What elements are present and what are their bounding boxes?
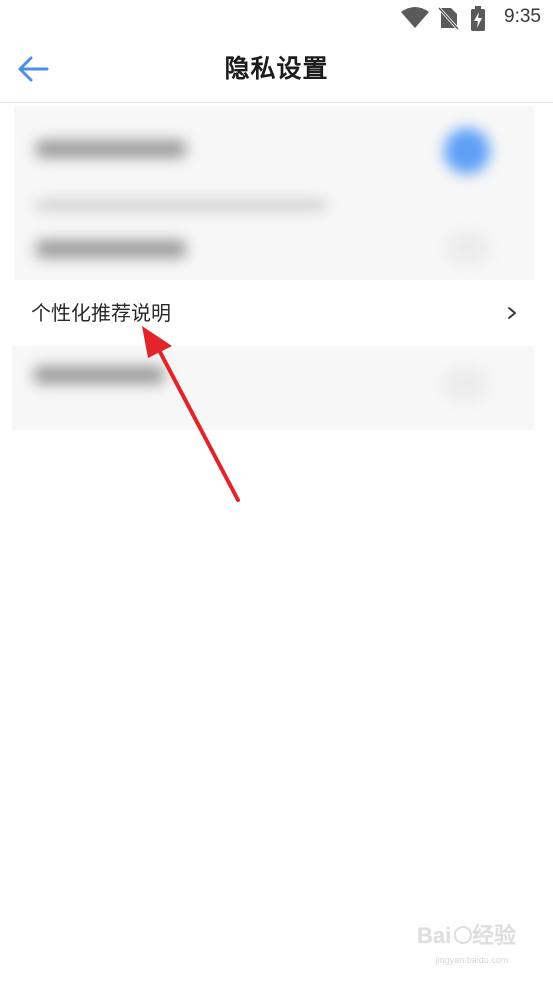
- status-time: 9:35: [504, 6, 541, 27]
- blurred-row-title-2: [36, 240, 186, 258]
- personalized-recommendation-row[interactable]: 个性化推荐说明: [14, 280, 534, 346]
- status-bar: 9:35: [0, 0, 553, 38]
- wifi-icon: [400, 6, 430, 34]
- blurred-toggle-2: [444, 230, 490, 266]
- svg-text:Bai: Bai: [417, 923, 451, 948]
- blurred-toggle-3: [442, 366, 488, 402]
- blurred-row-desc: [36, 200, 326, 210]
- svg-text:经验: 经验: [472, 923, 516, 948]
- privacy-settings-screen: 9:35 隐私设置 个性化推荐说明 Bai 经验 jingyan.baidu.c…: [0, 0, 553, 983]
- blurred-content-2: [12, 346, 534, 430]
- menu-row-label: 个性化推荐说明: [31, 301, 171, 325]
- blurred-row-title: [36, 140, 186, 158]
- battery-charging-icon: [470, 6, 486, 36]
- chevron-right-icon: [508, 307, 516, 319]
- blurred-settings-section: [14, 106, 534, 280]
- blurred-settings-section-2: [12, 346, 534, 430]
- watermark-url: jingyan.baidu.com: [435, 955, 509, 965]
- header: 隐私设置: [0, 38, 553, 103]
- blurred-content: [14, 106, 534, 280]
- no-sim-icon: [437, 6, 460, 34]
- blurred-row-title-3: [34, 366, 164, 384]
- blurred-toggle: [444, 128, 490, 174]
- baidu-jingyan-logo: Bai 经验: [417, 923, 516, 949]
- baidu-jingyan-watermark: Bai 经验 jingyan.baidu.com: [417, 915, 527, 965]
- page-title: 隐私设置: [224, 54, 329, 83]
